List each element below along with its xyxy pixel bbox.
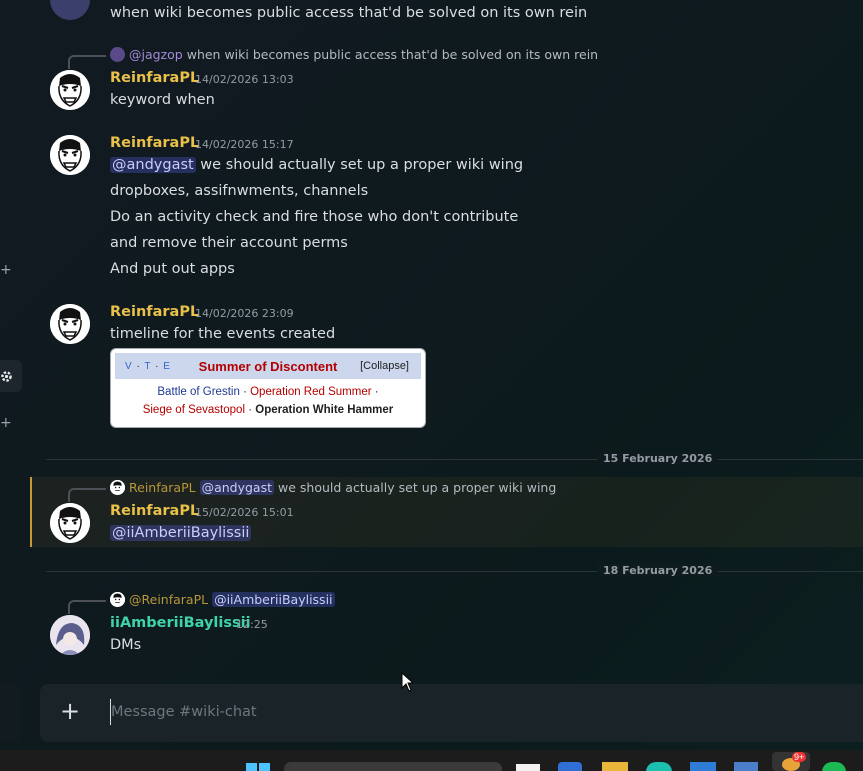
message-text: DMs (110, 637, 142, 653)
timestamp[interactable]: 14/02/2026 13:03 (195, 73, 294, 86)
message-text: timeline for the events created (110, 326, 336, 342)
chat-window: + + when wiki becomes public access that… (0, 0, 863, 750)
navbox-link: Siege of Sevastopol (142, 404, 245, 416)
message-text: dropboxes, assifnwments, channels (110, 183, 369, 199)
avatar[interactable] (50, 0, 90, 20)
user-mention[interactable]: @iiAmberiiBaylissii (212, 592, 335, 607)
user-mention[interactable]: @andygast (199, 480, 275, 495)
os-taskbar: 9+ (0, 750, 863, 771)
message-text: @iiAmberiiBaylissii (110, 525, 252, 541)
avatar[interactable] (50, 615, 90, 655)
username[interactable]: ReinfaraPL (110, 135, 199, 151)
reply-preview[interactable]: @ReinfaraPL @iiAmberiiBaylissii (110, 592, 335, 607)
windows-start-icon[interactable] (246, 763, 270, 771)
add-icon[interactable]: + (0, 415, 12, 431)
navbox-body: Battle of Grestin · Operation Red Summer… (142, 386, 394, 416)
reply-author[interactable]: @jagzop (129, 47, 183, 62)
date-divider-label: 18 February 2026 (597, 564, 719, 577)
taskbar-search-box[interactable] (284, 762, 502, 771)
username[interactable]: iiAmberiiBaylissii (110, 615, 251, 631)
navbox-link: Operation White Hammer (255, 404, 394, 416)
timestamp[interactable]: 14/02/2026 23:09 (195, 307, 294, 320)
notification-badge: 9+ (792, 752, 807, 762)
navbox-title: Summer of Discontent (198, 358, 338, 374)
message-text: keyword when (110, 92, 215, 108)
avatar (110, 480, 125, 495)
message-text: Do an activity check and fire those who … (110, 209, 519, 225)
reply-connector (68, 488, 106, 502)
avatar[interactable] (50, 135, 90, 175)
message-text: @andygast we should actually set up a pr… (110, 157, 524, 173)
reply-preview[interactable]: ReinfaraPL @andygast we should actually … (110, 480, 556, 495)
user-panel (0, 684, 20, 742)
vte-links[interactable]: V · T · E (125, 361, 171, 372)
reply-author[interactable]: ReinfaraPL (129, 480, 196, 495)
username[interactable]: ReinfaraPL (110, 70, 199, 86)
server-rail: + + (0, 0, 22, 750)
date-divider (46, 571, 863, 572)
navbox-link: Battle of Grestin (157, 386, 240, 398)
app-icon[interactable] (516, 764, 540, 771)
reply-connector (68, 55, 106, 69)
date-divider (46, 459, 863, 460)
message-composer: + (40, 684, 863, 742)
navbox-link: Operation Red Summer (250, 386, 372, 398)
reply-text: we should actually set up a proper wiki … (278, 480, 557, 495)
message-text: And put out apps (110, 261, 235, 277)
app-icon[interactable] (734, 762, 758, 771)
discord-taskbar-button[interactable]: 9+ (772, 752, 810, 771)
timestamp[interactable]: 12:25 (236, 618, 268, 631)
image-attachment[interactable]: V · T · E Summer of Discontent [Collapse… (110, 348, 426, 428)
avatar (110, 592, 125, 607)
app-icon[interactable] (646, 762, 672, 771)
reply-connector (68, 600, 106, 614)
add-icon[interactable]: + (0, 262, 12, 278)
username[interactable]: ReinfaraPL (110, 503, 199, 519)
spotify-icon[interactable] (822, 762, 846, 771)
message-text: when wiki becomes public access that'd b… (110, 5, 588, 21)
reply-text: when wiki becomes public access that'd b… (186, 47, 599, 62)
navbox-header: V · T · E Summer of Discontent [Collapse… (115, 353, 421, 379)
message-text: and remove their account perms (110, 235, 348, 251)
app-icon[interactable] (690, 762, 716, 771)
message-input[interactable] (110, 699, 830, 725)
timestamp[interactable]: 14/02/2026 15:17 (195, 138, 294, 151)
user-mention[interactable]: @iiAmberiiBaylissii (110, 525, 252, 541)
file-explorer-icon[interactable] (602, 762, 628, 771)
avatar[interactable] (50, 503, 90, 543)
avatar[interactable] (50, 304, 90, 344)
settings-gear-icon[interactable] (0, 360, 22, 392)
collapse-link[interactable]: [Collapse] (360, 360, 409, 372)
avatar[interactable] (50, 70, 90, 110)
timestamp[interactable]: 15/02/2026 15:01 (195, 506, 294, 519)
avatar (110, 47, 125, 62)
mouse-cursor-icon (401, 672, 413, 692)
app-icon[interactable] (558, 762, 582, 771)
reply-preview[interactable]: @jagzop when wiki becomes public access … (110, 47, 598, 62)
date-divider-label: 15 February 2026 (597, 452, 719, 465)
attach-plus-icon[interactable]: + (58, 699, 82, 723)
username[interactable]: ReinfaraPL (110, 304, 199, 320)
reply-author[interactable]: @ReinfaraPL (129, 592, 208, 607)
user-mention[interactable]: @andygast (110, 157, 196, 173)
